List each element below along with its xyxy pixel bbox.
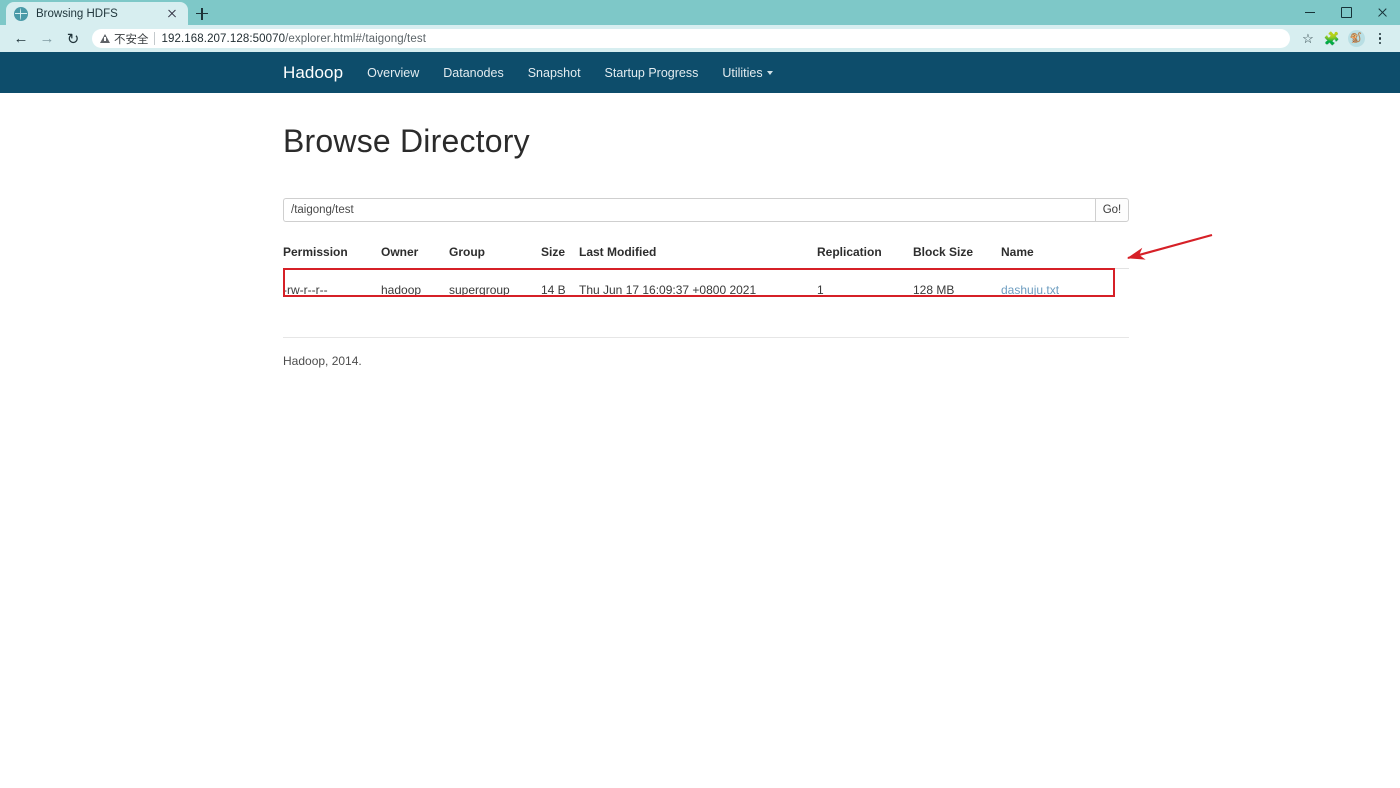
path-input[interactable] [283, 198, 1095, 222]
footer-text: Hadoop, 2014. [283, 354, 362, 368]
column-header-permission[interactable]: Permission [283, 245, 381, 269]
security-status-label: 不安全 [114, 33, 149, 46]
chevron-down-icon [766, 71, 773, 76]
column-header-block-size[interactable]: Block Size [913, 245, 1001, 269]
window-controls [1292, 0, 1400, 25]
directory-listing-table: Permission Owner Group Size Last Modifie… [283, 245, 1129, 310]
profile-avatar-icon[interactable]: 🐒 [1344, 28, 1368, 50]
back-icon[interactable]: ← [8, 28, 34, 50]
nav-item-datanodes[interactable]: Datanodes [443, 66, 503, 80]
extensions-puzzle-icon[interactable]: 🧩 [1320, 28, 1344, 50]
maximize-icon[interactable] [1328, 0, 1364, 25]
cell-last-modified: Thu Jun 17 16:09:37 +0800 2021 [579, 268, 817, 310]
tab-strip: Browsing HDFS [0, 0, 216, 25]
page-container: Browse Directory Go! Permission Owner Gr… [283, 93, 1129, 368]
url-host: 192.168.207.128:50070 [161, 32, 286, 45]
table-body: -rw-r--r-- hadoop supergroup 14 B Thu Ju… [283, 268, 1129, 310]
nav-item-snapshot[interactable]: Snapshot [528, 66, 581, 80]
kebab-glyph [1378, 32, 1382, 45]
nav-item-utilities-label: Utilities [722, 65, 763, 80]
browser-menu-icon[interactable] [1368, 28, 1392, 50]
cell-replication: 1 [817, 268, 913, 310]
footer-divider [283, 337, 1129, 338]
address-bar[interactable]: 不安全 192.168.207.128:50070/explorer.html#… [92, 29, 1290, 48]
column-header-replication[interactable]: Replication [817, 245, 913, 269]
avatar: 🐒 [1347, 30, 1365, 47]
table-header: Permission Owner Group Size Last Modifie… [283, 245, 1129, 269]
table-row: -rw-r--r-- hadoop supergroup 14 B Thu Ju… [283, 268, 1129, 310]
path-search-bar: Go! [283, 198, 1129, 222]
browser-toolbar: ← → ↻ 不安全 192.168.207.128:50070/explorer… [0, 25, 1400, 52]
cell-permission: -rw-r--r-- [283, 268, 381, 310]
column-header-size[interactable]: Size [541, 245, 579, 269]
tab-title: Browsing HDFS [36, 7, 118, 20]
minimize-icon[interactable] [1292, 0, 1328, 25]
address-bar-divider [153, 32, 155, 45]
cell-group: supergroup [449, 268, 541, 310]
url-text: 192.168.207.128:50070/explorer.html#/tai… [162, 33, 427, 45]
close-icon[interactable] [164, 6, 180, 22]
globe-icon [14, 6, 28, 21]
column-header-last-modified[interactable]: Last Modified [579, 245, 817, 269]
url-path: /explorer.html#/taigong/test [285, 32, 426, 45]
cell-size: 14 B [541, 268, 579, 310]
page-viewport: Hadoop Overview Datanodes Snapshot Start… [0, 52, 1400, 788]
bookmark-star-icon[interactable]: ☆ [1296, 28, 1320, 50]
browser-tab[interactable]: Browsing HDFS [6, 2, 188, 25]
new-tab-button[interactable] [188, 2, 216, 25]
browser-titlebar: Browsing HDFS [0, 0, 1400, 25]
window-close-icon[interactable] [1364, 0, 1400, 25]
cell-name: dashuju.txt [1001, 268, 1129, 310]
nav-item-startup-progress[interactable]: Startup Progress [605, 66, 699, 80]
column-header-group[interactable]: Group [449, 245, 541, 269]
not-secure-warning-icon [100, 34, 110, 43]
page-title: Browse Directory [283, 123, 530, 159]
cell-block-size: 128 MB [913, 268, 1001, 310]
forward-icon[interactable]: → [34, 28, 60, 50]
file-link-dashuju-txt[interactable]: dashuju.txt [1001, 283, 1059, 297]
cell-owner: hadoop [381, 268, 449, 310]
go-button[interactable]: Go! [1095, 198, 1129, 222]
hadoop-navbar: Hadoop Overview Datanodes Snapshot Start… [0, 52, 1400, 93]
column-header-name[interactable]: Name [1001, 245, 1129, 269]
nav-item-overview[interactable]: Overview [367, 66, 419, 80]
nav-item-utilities[interactable]: Utilities [722, 65, 773, 80]
browser-window: Browsing HDFS ← → ↻ 不安全 192.168.207.128:… [0, 0, 1400, 788]
table-header-row: Permission Owner Group Size Last Modifie… [283, 245, 1129, 269]
hadoop-brand[interactable]: Hadoop [283, 63, 343, 83]
reload-icon[interactable]: ↻ [60, 28, 86, 50]
column-header-owner[interactable]: Owner [381, 245, 449, 269]
